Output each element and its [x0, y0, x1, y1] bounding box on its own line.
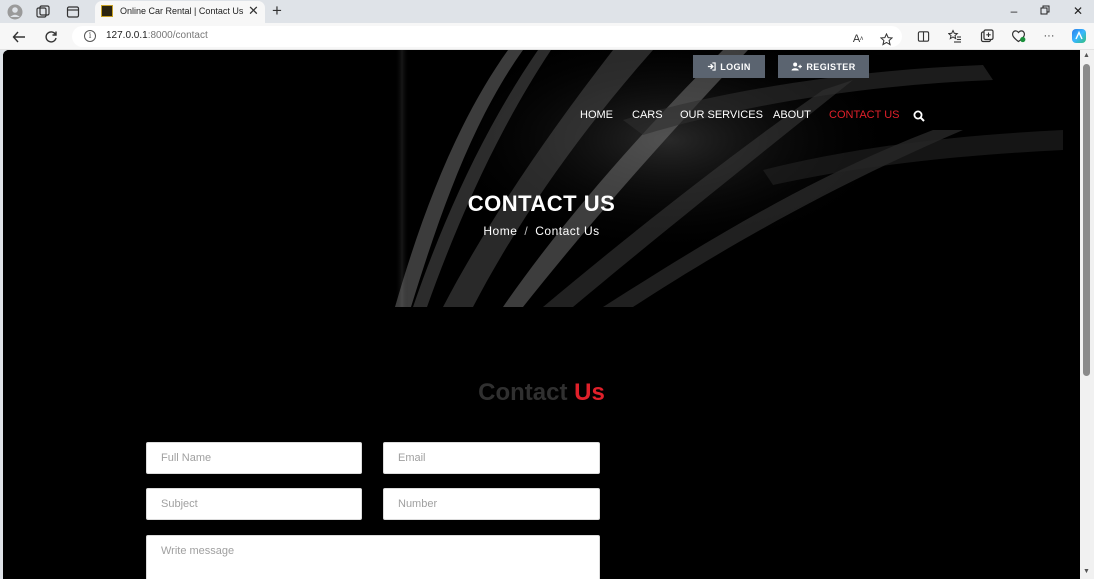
browser-tab-bar: Online Car Rental | Contact Us ✕ + – ✕ [0, 0, 1094, 23]
user-plus-icon [791, 62, 803, 71]
address-bar-row: i 127.0.0.1:8000/contact Aʌ ··· [0, 23, 1094, 50]
url-path: :8000/contact [147, 30, 208, 41]
close-window-icon[interactable]: ✕ [1070, 3, 1086, 19]
hero-background-image [3, 50, 1080, 307]
more-options-icon[interactable]: ··· [1041, 28, 1057, 44]
page-viewport: LOGIN REGISTER HOME CARS OUR SERVICES AB… [3, 50, 1080, 579]
favorite-star-icon[interactable] [878, 31, 894, 47]
nav-contact-us[interactable]: CONTACT US [829, 109, 900, 121]
nav-cars[interactable]: CARS [632, 109, 663, 121]
scroll-up-arrow-icon[interactable]: ▲ [1083, 52, 1090, 59]
main-navigation: HOME CARS OUR SERVICES ABOUT CONTACT US [3, 109, 1080, 125]
search-icon[interactable] [913, 109, 925, 122]
login-label: LOGIN [720, 61, 751, 72]
site-favicon-icon [101, 5, 113, 17]
profile-icon[interactable] [6, 3, 24, 21]
nav-about[interactable]: ABOUT [773, 109, 811, 121]
sign-in-icon [708, 62, 716, 71]
url-text: 127.0.0.1:8000/contact [106, 30, 208, 41]
nav-our-services[interactable]: OUR SERVICES [680, 109, 763, 121]
scroll-thumb[interactable] [1083, 64, 1090, 376]
favorites-icon[interactable] [947, 28, 963, 44]
register-button[interactable]: REGISTER [778, 55, 869, 78]
minimize-icon[interactable]: – [1006, 3, 1022, 19]
collections-icon[interactable] [979, 28, 995, 44]
new-tab-icon[interactable]: + [272, 1, 282, 21]
tab-title: Online Car Rental | Contact Us [120, 6, 244, 16]
page-scrollbar[interactable]: ▲ ▼ [1080, 50, 1094, 579]
breadcrumb-current: Contact Us [535, 224, 600, 238]
split-screen-icon[interactable] [915, 28, 931, 44]
close-tab-icon[interactable]: ✕ [248, 3, 259, 19]
site-info-icon[interactable]: i [84, 30, 96, 42]
heading-word-us: Us [574, 379, 605, 406]
scroll-down-arrow-icon[interactable]: ▼ [1083, 568, 1090, 575]
url-field[interactable]: i 127.0.0.1:8000/contact Aʌ [72, 26, 902, 47]
full-name-input[interactable] [146, 442, 362, 474]
tab-contact-us[interactable]: Online Car Rental | Contact Us ✕ [95, 1, 265, 23]
tab-actions-icon[interactable] [64, 3, 82, 21]
url-host: 127.0.0.1 [106, 30, 148, 41]
reload-icon[interactable] [41, 27, 61, 47]
email-input[interactable] [383, 442, 600, 474]
browser-essentials-icon[interactable] [1010, 28, 1026, 44]
nav-home[interactable]: HOME [580, 109, 613, 121]
hero-banner: LOGIN REGISTER HOME CARS OUR SERVICES AB… [3, 50, 1080, 307]
page-title: CONTACT US [467, 191, 616, 216]
heading-word-contact: Contact [478, 379, 568, 406]
read-aloud-icon[interactable]: Aʌ [850, 31, 866, 47]
contact-section-heading: Contact Us [3, 379, 1080, 407]
login-button[interactable]: LOGIN [693, 55, 765, 78]
number-input[interactable] [383, 488, 600, 520]
breadcrumb: Home / Contact Us [3, 224, 1080, 238]
message-textarea[interactable] [146, 535, 600, 579]
breadcrumb-separator: / [524, 224, 529, 238]
workspaces-icon[interactable] [34, 3, 52, 21]
register-label: REGISTER [806, 61, 856, 72]
restore-icon[interactable] [1037, 3, 1053, 19]
back-icon[interactable] [9, 27, 29, 47]
subject-input[interactable] [146, 488, 362, 520]
copilot-icon[interactable] [1071, 28, 1087, 44]
breadcrumb-home-link[interactable]: Home [483, 224, 517, 238]
